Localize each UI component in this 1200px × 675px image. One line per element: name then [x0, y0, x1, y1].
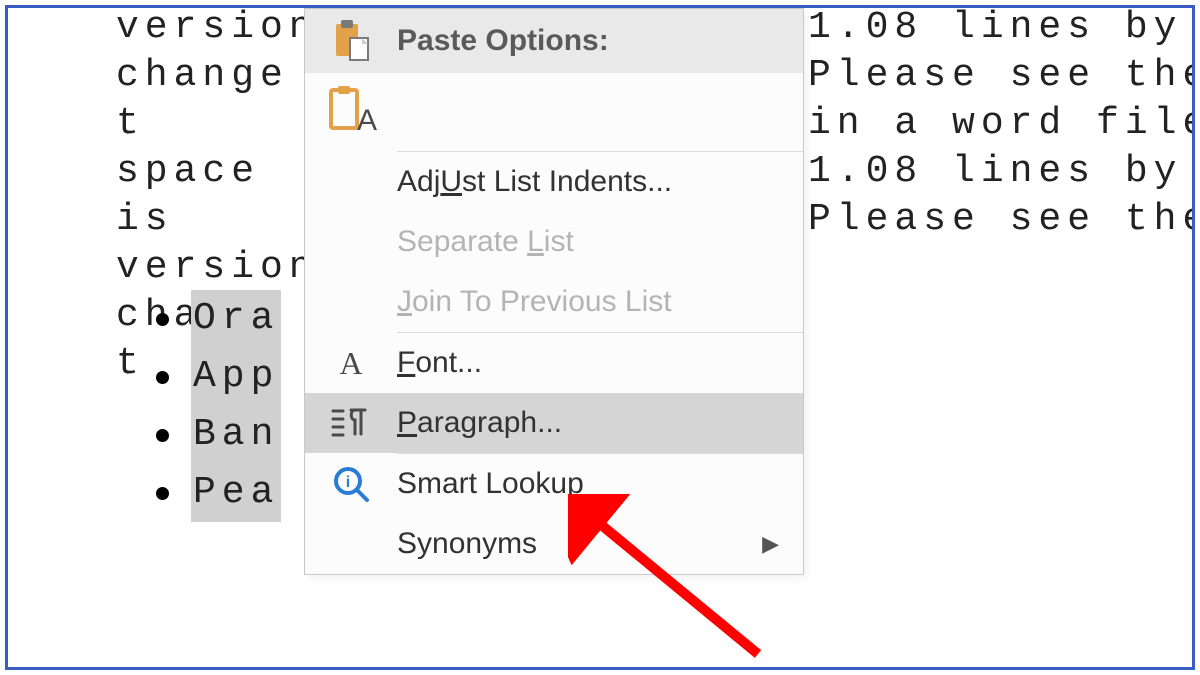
menu-separate-list: Separate List [305, 212, 803, 272]
smart-lookup-icon: i [331, 464, 371, 504]
font-letter-icon: A [339, 345, 362, 382]
menu-adjust-list-indents[interactable]: AdjUst List Indents... [305, 152, 803, 212]
menu-join-previous-list: Join To Previous List [305, 272, 803, 332]
submenu-arrow-icon: ▶ [762, 531, 779, 557]
context-menu: Paste Options: A AdjUst List Indents... [304, 8, 804, 575]
list-item[interactable]: App [156, 348, 281, 406]
list-item-text: Ban [191, 406, 281, 464]
list-item-text: App [191, 348, 281, 406]
doc-line: Please see the step [808, 52, 1195, 100]
menu-label: Join To Previous List [397, 285, 779, 319]
bulleted-list[interactable]: Ora App Ban Pea [156, 290, 281, 522]
menu-font[interactable]: A Font... [305, 333, 803, 393]
menu-label: Paragraph... [397, 406, 779, 440]
doc-line: versions, [116, 244, 326, 292]
bullet-icon [156, 371, 169, 384]
menu-paste-option-keep-text[interactable]: A [305, 73, 803, 151]
doc-line: versions, [116, 5, 326, 52]
list-item[interactable]: Pea [156, 464, 281, 522]
svg-text:i: i [346, 474, 350, 491]
menu-paste-options-header: Paste Options: [305, 9, 803, 73]
list-item[interactable]: Ban [156, 406, 281, 464]
paragraph-icon [331, 406, 371, 440]
menu-label: Synonyms [397, 527, 762, 561]
clipboard-paste-icon [328, 18, 374, 64]
doc-line: change t [116, 52, 326, 148]
doc-line: Please see the step [808, 196, 1195, 244]
bullet-icon [156, 487, 169, 500]
list-item[interactable]: Ora [156, 290, 281, 348]
bullet-icon [156, 429, 169, 442]
list-item-text: Ora [191, 290, 281, 348]
doc-right-column: 1.08 lines by defau Please see the step … [808, 5, 1195, 244]
doc-line: space is [116, 148, 326, 244]
doc-line: 1.08 lines by defau [808, 148, 1195, 196]
menu-label: Separate List [397, 225, 779, 259]
doc-line: 1.08 lines by defau [808, 5, 1195, 52]
list-item-text: Pea [191, 464, 281, 522]
menu-smart-lookup[interactable]: i Smart Lookup [305, 454, 803, 514]
bullet-icon [156, 313, 169, 326]
menu-label: AdjUst List Indents... [397, 165, 779, 199]
menu-paragraph[interactable]: Paragraph... [305, 393, 803, 453]
menu-label: Paste Options: [397, 24, 779, 58]
menu-synonyms[interactable]: Synonyms ▶ [305, 514, 803, 574]
doc-line: in a word file. In th [808, 100, 1195, 148]
clipboard-text-icon: A [323, 84, 379, 140]
svg-text:A: A [357, 104, 377, 137]
menu-label: Font... [397, 346, 779, 380]
menu-label: Smart Lookup [397, 467, 779, 501]
